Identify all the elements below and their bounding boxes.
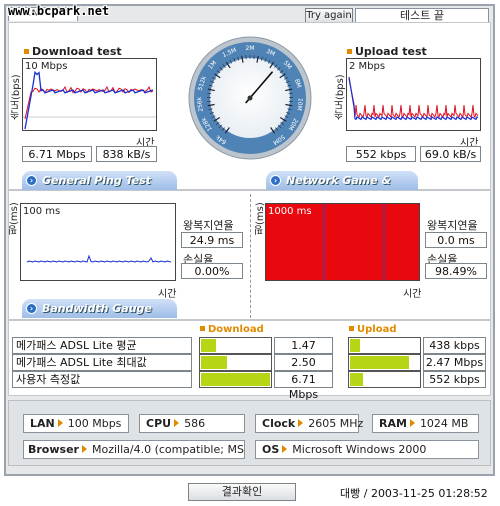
- bandwidth-upload-bar: [348, 371, 421, 388]
- arrow-circle-icon: ›: [270, 175, 281, 186]
- os-info: OS Microsoft Windows 2000: [255, 440, 479, 459]
- voip-test-banner[interactable]: ›Network Game & VoIP Test: [266, 171, 418, 206]
- cpu-label: CPU: [146, 417, 172, 430]
- ping-rtt-label: 왕복지연율: [183, 219, 234, 232]
- voip-rtt-value: 0.0 ms: [425, 232, 487, 248]
- browser-label: Browser: [28, 443, 79, 456]
- bullet-icon: [347, 49, 352, 54]
- download-speed-kbs: 838 kB/s: [96, 146, 157, 162]
- bandwidth-upload-bar: [348, 354, 421, 371]
- arrow-right-icon: [298, 419, 304, 427]
- bandwidth-download-bar: [199, 337, 272, 354]
- general-ping-test-banner[interactable]: › General Ping Test: [22, 171, 177, 190]
- gauge-tick-label: 10M: [295, 98, 303, 112]
- bandwidth-upload-bar: [348, 337, 421, 354]
- arrow-right-icon: [57, 419, 63, 427]
- upload-series-red: [348, 78, 479, 119]
- bullet-icon: [24, 49, 29, 54]
- ping-graph: 100 ms: [20, 203, 176, 281]
- os-value: Microsoft Windows 2000: [292, 443, 427, 456]
- download-title-text: Download test: [32, 45, 122, 58]
- section-divider: [250, 194, 251, 318]
- clock-label: Clock: [262, 417, 296, 430]
- upload-column-header: Upload: [349, 324, 396, 335]
- ping-graph-svg: [26, 254, 172, 263]
- bandwidth-row-label: 메가패스 ADSL Lite 최대값: [12, 354, 192, 371]
- bullet-icon: [200, 326, 205, 331]
- cpu-info: CPU 586: [139, 414, 245, 433]
- download-series-blue: [24, 70, 154, 130]
- bandwidth-upload-fill: [350, 356, 409, 369]
- cpu-value: 586: [184, 417, 206, 430]
- download-graph: 10 Mbps: [22, 58, 157, 131]
- upload-header-text: Upload: [357, 324, 397, 335]
- bandwidth-upload-value: 552 kbps: [423, 371, 486, 388]
- bandwidth-download-value: 6.71 Mbps: [274, 371, 333, 401]
- bandwidth-row-label: 사용자 측정값: [12, 371, 192, 388]
- watermark: www.bcpark.net: [8, 4, 110, 18]
- ping-xlabel: 시간: [158, 289, 177, 300]
- browser-info: Browser Mozilla/4.0 (compatible; MSIE 6.0: [23, 440, 245, 459]
- bandwidth-download-fill: [201, 339, 217, 352]
- ram-value: 1024 MB: [419, 417, 469, 430]
- speed-gauge: 64k128k256k512k1M1.5M 2M 3M5M8M10M20M50M: [188, 36, 312, 160]
- download-header-text: Download: [208, 324, 264, 335]
- voip-graph: 1000 ms: [265, 203, 420, 281]
- lan-value: 100 Mbps: [67, 417, 122, 430]
- upload-graph: 2 Mbps: [346, 58, 481, 131]
- bandwidth-download-bar: [199, 354, 272, 371]
- bandwidth-upload-value: 2.47 Mbps: [423, 354, 486, 371]
- arrow-right-icon: [174, 419, 180, 427]
- ping-series: [26, 254, 172, 263]
- clock-value: 2605 MHz: [308, 417, 364, 430]
- download-speed-mbps: 6.71 Mbps: [22, 146, 92, 162]
- general-ping-test-label: General Ping Test: [42, 174, 151, 187]
- voip-xlabel: 시간: [403, 289, 422, 300]
- upload-title-text: Upload test: [355, 45, 427, 58]
- clock-info: Clock 2605 MHz: [255, 414, 363, 433]
- download-title: Download test: [24, 45, 122, 58]
- os-label: OS: [262, 443, 280, 456]
- bandwidth-upload-fill: [350, 339, 361, 352]
- upload-speed-kbps: 552 kbps: [346, 146, 416, 162]
- bandwidth-download-fill: [201, 356, 227, 369]
- bandwidth-download-value: 2.50 Mbps: [274, 354, 333, 384]
- arrow-right-icon: [409, 419, 415, 427]
- bullet-icon: [349, 326, 354, 331]
- download-graph-svg: [23, 70, 156, 130]
- ram-label: RAM: [379, 417, 407, 430]
- lan-info: LAN 100 Mbps: [23, 414, 129, 433]
- bandwidth-gauge-banner[interactable]: › Bandwidth Gauge: [22, 299, 177, 318]
- ping-rtt-value: 24.9 ms: [181, 232, 243, 248]
- lan-label: LAN: [30, 417, 55, 430]
- upload-speed-kbs: 69.0 kB/s: [420, 146, 481, 162]
- bandwidth-row-label: 메가패스 ADSL Lite 평균: [12, 337, 192, 354]
- upload-graph-svg: [348, 76, 479, 121]
- arrow-circle-icon: ›: [26, 175, 37, 186]
- gauge-tick-label: 2M: [246, 45, 255, 52]
- bandwidth-upload-fill: [350, 373, 364, 386]
- confirm-results-label: 결과확인: [221, 485, 263, 498]
- browser-value: Mozilla/4.0 (compatible; MSIE 6.0: [91, 443, 244, 456]
- voip-loss-value: 98.49%: [425, 263, 487, 279]
- bandwidth-download-bar: [199, 371, 272, 388]
- download-column-header: Download: [200, 324, 264, 335]
- ram-info: RAM 1024 MB: [372, 414, 479, 433]
- voip-scale: 1000 ms: [268, 206, 312, 217]
- arrow-circle-icon: ›: [26, 303, 37, 314]
- bandwidth-download-fill: [201, 373, 270, 386]
- bandwidth-upload-value: 438 kbps: [423, 337, 486, 354]
- upload-title: Upload test: [347, 45, 427, 58]
- gauge-hub: [247, 95, 253, 101]
- bandwidth-gauge-label: Bandwidth Gauge: [42, 302, 152, 315]
- bandwidth-download-value: 1.47 Mbps: [274, 337, 333, 367]
- arrow-right-icon: [81, 445, 87, 453]
- footer-user-timestamp: 대빵 / 2003-11-25 01:28:52: [340, 487, 488, 500]
- arrow-right-icon: [282, 445, 288, 453]
- confirm-results-button[interactable]: 결과확인: [188, 483, 296, 501]
- ping-loss-value: 0.00%: [181, 263, 243, 279]
- voip-rtt-label: 왕복지연율: [427, 219, 478, 232]
